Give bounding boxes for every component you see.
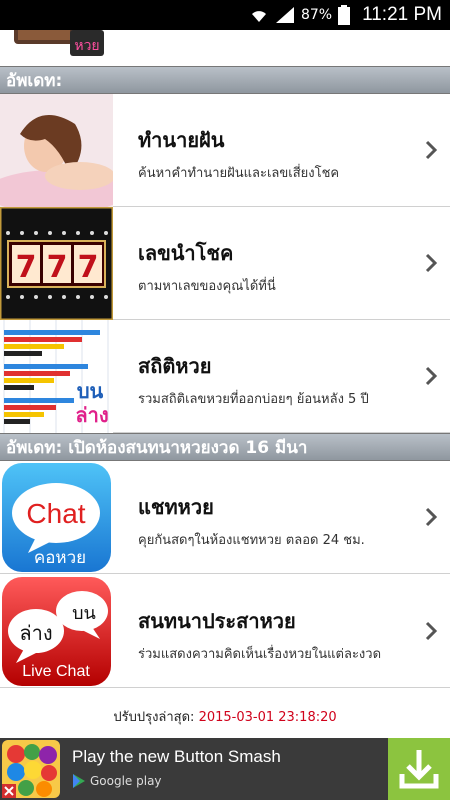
list-item-dream[interactable]: ทำนายฝัน ค้นหาคำทำนายฝันและเลขเสี่ยงโชค <box>0 94 450 207</box>
download-icon <box>399 750 439 789</box>
item-title: แชทหวย <box>138 495 214 519</box>
lottery-thumbnail: หวย <box>8 30 108 64</box>
signal-icon <box>275 7 294 23</box>
list-item-statistics[interactable]: บน ล่าง สถิติหวย รวมสถิติเลขหวยที่ออกบ่อ… <box>0 320 450 433</box>
icon-right-text: บน <box>72 603 96 624</box>
item-subtitle: คุยกันสดๆในห้องแชทหวย ตลอด 24 ชม. <box>138 533 365 548</box>
item-title: สนทนาประสาหวย <box>138 609 296 633</box>
svg-text:7: 7 <box>47 250 68 285</box>
chevron-right-icon <box>425 507 438 527</box>
thumbnail-badge-text: หวย <box>74 38 99 54</box>
last-updated: ปรับปรุงล่าสุด: 2015-03-01 23:18:20 <box>0 706 450 727</box>
icon-bubble-text: Chat <box>26 498 85 529</box>
last-updated-timestamp: 2015-03-01 23:18:20 <box>198 710 337 725</box>
google-play-icon <box>73 774 85 788</box>
live-chat-app-icon: ล่าง บน Live Chat <box>0 575 113 688</box>
chevron-right-icon <box>425 621 438 641</box>
icon-text-top: บน <box>77 379 104 403</box>
icon-caption-text: Live Chat <box>22 663 90 680</box>
game-ad-icon <box>2 740 60 798</box>
list-item-partial[interactable]: หวย <box>0 30 450 67</box>
ad-banner[interactable]: Play the new Button Smash Google play <box>0 738 450 800</box>
last-updated-label: ปรับปรุงล่าสุด: <box>113 710 195 725</box>
section-header-updates: อัพเดท: <box>0 66 450 94</box>
sleeping-woman-image <box>0 94 113 207</box>
download-button[interactable] <box>388 738 450 800</box>
list-item-chat[interactable]: Chat คอหวย แชทหวย คุยกันสดๆในห้องแชทหวย … <box>0 461 450 574</box>
bar-chart-image: บน ล่าง <box>0 320 113 433</box>
ad-headline: Play the new Button Smash <box>72 747 281 766</box>
wifi-icon <box>251 11 266 22</box>
list-item-discussion[interactable]: ล่าง บน Live Chat สนทนาประสาหวย ร่วมแสดง… <box>0 575 450 688</box>
slot-machine-image: 7 7 7 <box>0 207 113 320</box>
clock: 11:21 PM <box>362 4 442 25</box>
icon-left-text: ล่าง <box>19 621 52 645</box>
icon-caption-text: คอหวย <box>34 548 86 568</box>
item-subtitle: ร่วมแสดงความคิดเห็นเรื่องหวยในแต่ละงวด <box>138 647 382 662</box>
battery-icon <box>338 5 351 25</box>
google-play-label: Google play <box>90 774 162 788</box>
svg-text:7: 7 <box>78 250 99 285</box>
google-play-badge: Google play <box>72 773 162 789</box>
item-subtitle: รวมสถิติเลขหวยที่ออกบ่อยๆ ย้อนหลัง 5 ปี <box>138 392 369 407</box>
list-item-lucky-number[interactable]: 7 7 7 เลขนำโชค ตามหาเลขของคุณได้ที่นี่ <box>0 207 450 320</box>
chevron-right-icon <box>425 366 438 386</box>
battery-percent: 87% <box>300 7 333 23</box>
item-title: เลขนำโชค <box>138 241 234 265</box>
status-bar: 87% 11:21 PM <box>0 0 450 30</box>
chevron-right-icon <box>425 140 438 160</box>
chevron-right-icon <box>425 253 438 273</box>
item-subtitle: ตามหาเลขของคุณได้ที่นี่ <box>138 279 276 294</box>
item-title: สถิติหวย <box>138 354 212 378</box>
svg-text:7: 7 <box>16 250 37 285</box>
chat-app-icon: Chat คอหวย <box>0 461 113 574</box>
item-subtitle: ค้นหาคำทำนายฝันและเลขเสี่ยงโชค <box>138 166 340 181</box>
icon-text-bottom: ล่าง <box>75 403 108 427</box>
section-header-chatroom: อัพเดท: เปิดห้องสนทนาหวยงวด 16 มีนา <box>0 433 450 461</box>
item-title: ทำนายฝัน <box>138 128 225 152</box>
